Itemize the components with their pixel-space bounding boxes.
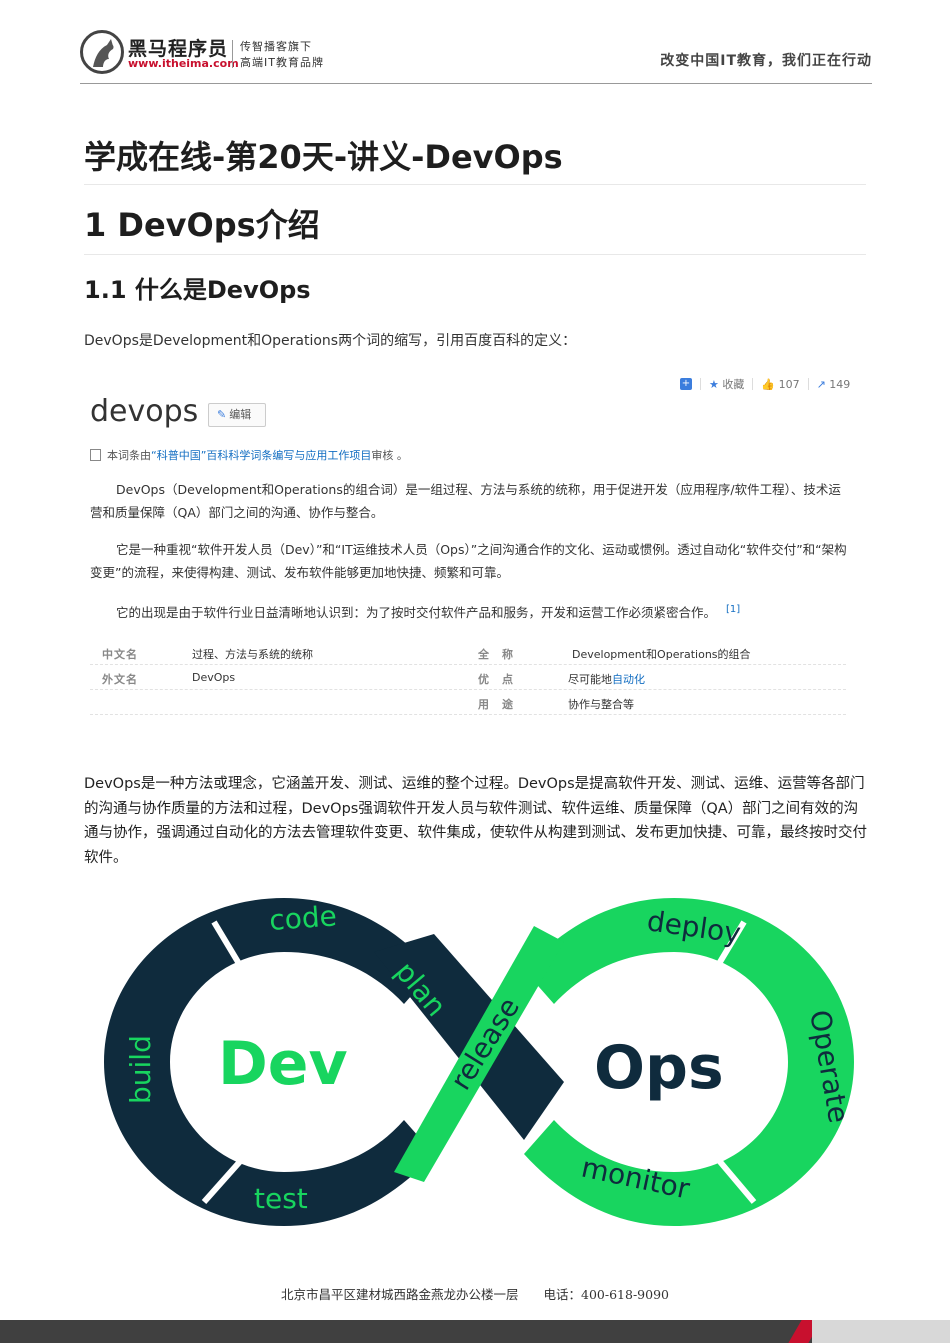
info-key: 优 点 (478, 673, 514, 686)
pencil-icon: ✎ (217, 408, 227, 421)
info-value: 尽可能地自动化 (568, 671, 645, 687)
section-divider (84, 254, 866, 255)
baike-paragraph-1: DevOps（Development和Operations的组合词）是一组过程、… (90, 482, 841, 520)
baike-entry-title: devops (90, 394, 199, 429)
subsection-heading: 1.1 什么是DevOps (84, 276, 311, 304)
review-suffix: 审核 。 (371, 449, 408, 462)
edit-label: 编辑 (229, 408, 252, 421)
logo-tagline-2: 高端IT教育品牌 (240, 56, 324, 69)
stage-label-build: build (124, 1035, 157, 1104)
info-key: 外文名 (102, 673, 138, 686)
document-icon (90, 449, 101, 461)
footer-address: 北京市昌平区建材城西路金燕龙办公楼一层 电话：400-618-9090 (281, 1287, 669, 1302)
baike-paragraph-2: 它是一种重视“软件开发人员（Dev）”和“IT运维技术人员（Ops）”之间沟通合… (90, 542, 847, 580)
horse-logo-icon (80, 30, 124, 74)
info-value: DevOps (192, 671, 236, 684)
header-slogan: 改变中国IT教育，我们正在行动 (660, 53, 872, 69)
action-separator (700, 378, 701, 390)
share-icon: ↗ (816, 377, 826, 391)
stage-label-test: test (254, 1182, 308, 1215)
review-link[interactable]: “科普中国”百科科学词条编写与应用工作项目 (151, 449, 371, 462)
ops-label: Ops (594, 1033, 724, 1103)
info-value: Development和Operations的组合 (572, 648, 751, 661)
logo-url: www.itheima.com (128, 57, 239, 70)
info-key: 中文名 (102, 648, 138, 661)
page-header: 黑马程序员 www.itheima.com 传智播客旗下 高端IT教育品牌 改变… (0, 0, 950, 84)
document-title: 学成在线-第20天-讲义-DevOps (84, 138, 563, 176)
info-key: 用 途 (478, 698, 514, 711)
logo-tagline-1: 传智播客旗下 (240, 40, 312, 53)
devops-infinity-svg: code plan build test release deploy Oper… (104, 898, 855, 1226)
info-row: 中文名 过程、方法与系统的统称 全 称 Development和Operatio… (90, 640, 846, 665)
reference-link[interactable]: [1] (726, 604, 740, 615)
baike-action-bar: + ★ 收藏 👍 107 ↗ 149 (680, 376, 850, 392)
action-separator (752, 378, 754, 390)
review-note: 本词条由“科普中国”百科科学词条编写与应用工作项目审核 。 (90, 447, 408, 463)
info-value: 过程、方法与系统的统称 (192, 648, 313, 661)
dev-label: Dev (218, 1029, 348, 1099)
info-value-prefix: 尽可能地 (568, 673, 612, 686)
thumbs-up-icon: 👍 (761, 377, 776, 391)
info-row: 用 途 协作与整合等 (90, 690, 846, 715)
stage-label-code: code (268, 899, 338, 937)
collect-label: 收藏 (722, 378, 745, 391)
info-row: 外文名 DevOps 优 点 尽可能地自动化 (90, 665, 846, 690)
share-count: 149 (829, 377, 851, 391)
info-key: 全 称 (478, 648, 514, 661)
footer-light-block (812, 1320, 950, 1343)
baike-info-table: 中文名 过程、方法与系统的统称 全 称 Development和Operatio… (90, 640, 846, 715)
automation-link[interactable]: 自动化 (612, 673, 645, 686)
logo-divider (232, 40, 233, 68)
collect-button[interactable]: ★ 收藏 (709, 376, 744, 392)
share-button[interactable]: ↗ 149 (817, 378, 851, 391)
devops-diagram: code plan build test release deploy Oper… (94, 882, 864, 1242)
like-button[interactable]: 👍 107 (761, 378, 799, 391)
header-divider (80, 83, 872, 84)
star-icon: ★ (709, 378, 719, 391)
review-prefix: 本词条由 (107, 449, 151, 462)
baike-paragraph-3-text: 它的出现是由于软件行业日益清晰地认识到：为了按时交付软件产品和服务，开发和运营工… (116, 605, 717, 621)
like-count: 107 (778, 377, 800, 391)
baike-paragraph-3: 它的出现是由于软件行业日益清晰地认识到：为了按时交付软件产品和服务，开发和运营工… (90, 598, 850, 624)
info-value: 协作与整合等 (568, 698, 634, 711)
add-icon[interactable]: + (680, 378, 692, 390)
intro-paragraph: DevOps是Development和Operations两个词的缩写，引用百度… (84, 333, 577, 349)
body-paragraph: DevOps是一种方法或理念，它涵盖开发、测试、运维的整个过程。DevOps是提… (84, 776, 867, 866)
section-heading: 1 DevOps介绍 (84, 206, 320, 244)
edit-button[interactable]: ✎ 编辑 (208, 403, 266, 427)
title-divider (84, 184, 866, 185)
action-separator (807, 378, 809, 390)
